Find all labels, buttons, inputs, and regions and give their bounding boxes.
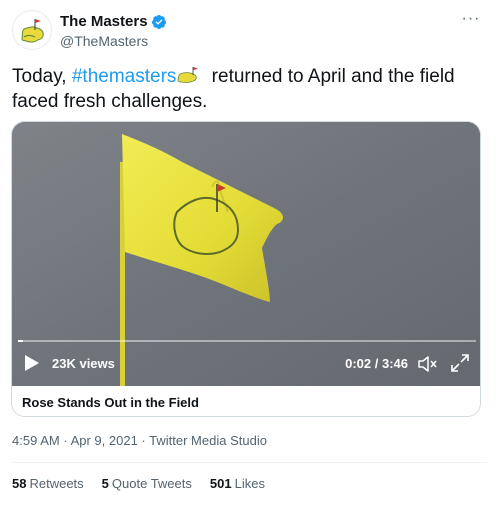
likes-stat[interactable]: 501 Likes [210,476,265,491]
quote-tweets-label: Quote Tweets [111,476,192,491]
video-frame [12,122,480,386]
video-player[interactable]: 23K views 0:02 / 3:46 [12,122,480,386]
quote-tweets-stat[interactable]: 5 Quote Tweets [102,476,192,491]
quote-tweets-count: 5 [101,476,109,491]
video-controls: 23K views 0:02 / 3:46 [12,348,480,386]
more-options-icon[interactable]: ··· [460,11,482,34]
volume-muted-icon[interactable] [416,353,438,375]
tweet-text: Today, #themasters returned to April and… [12,64,488,114]
tweet-meta: 4:59 AM · Apr 9, 2021 · Twitter Media St… [12,433,267,448]
avatar[interactable] [12,10,52,50]
masters-logo-icon [178,67,199,83]
tweet-date[interactable]: Apr 9, 2021 [71,433,138,448]
retweets-label: Retweets [29,476,84,491]
view-count: 23K views [52,356,115,371]
tweet-stats: 58 Retweets 5 Quote Tweets 501 Likes [12,476,283,491]
meta-separator: · [63,433,68,448]
hashtag-link[interactable]: #themasters [72,66,177,87]
handle[interactable]: @TheMasters [60,33,167,49]
video-time: 0:02 / 3:46 [345,356,408,371]
progress-fill [18,340,23,342]
retweets-count: 58 [12,476,27,491]
fullscreen-icon[interactable] [450,353,470,373]
video-caption[interactable]: Rose Stands Out in the Field [12,386,480,416]
author-names: The Masters @TheMasters [60,12,167,49]
media-card[interactable]: 23K views 0:02 / 3:46 Rose Stands Out in… [11,121,481,417]
tweet-source[interactable]: Twitter Media Studio [149,433,267,448]
play-icon[interactable] [24,354,40,372]
meta-separator: · [141,433,146,448]
display-name[interactable]: The Masters [60,13,148,30]
tweet-text-before: Today, [12,66,72,87]
retweets-stat[interactable]: 58 Retweets [12,476,84,491]
verified-badge-icon [151,14,166,29]
tweet-time[interactable]: 4:59 AM [12,433,60,448]
progress-bar[interactable] [18,340,476,342]
masters-logo-icon [21,19,44,43]
divider [12,462,486,463]
likes-count: 501 [209,476,232,491]
tweet-header: The Masters @TheMasters ··· [12,10,488,54]
tweet: The Masters @TheMasters ··· Today, #them… [0,0,498,507]
likes-label: Likes [234,476,265,491]
